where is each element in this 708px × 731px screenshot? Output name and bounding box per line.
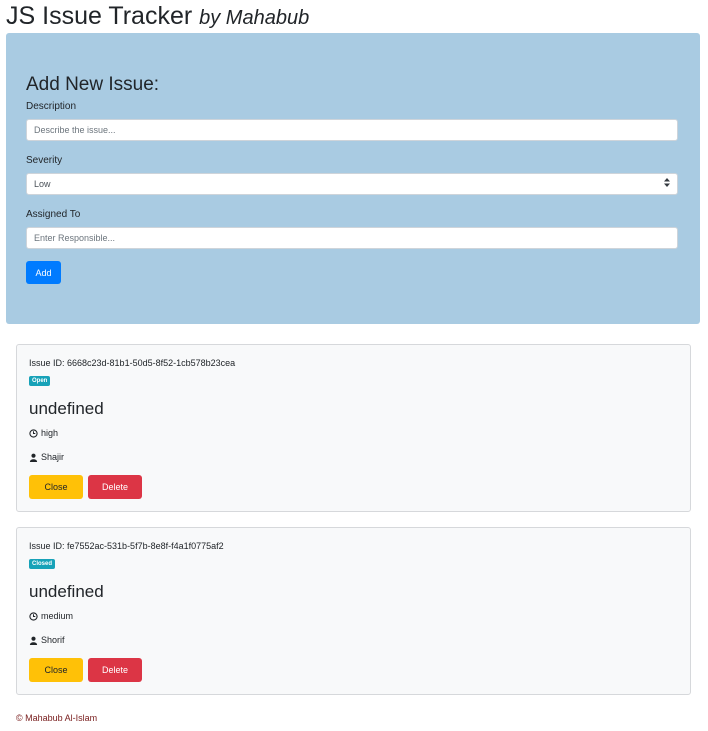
assigned-input[interactable] <box>26 227 678 249</box>
issue-id: Issue ID: 6668c23d-81b1-50d5-8f52-1cb578… <box>29 358 236 368</box>
severity-select[interactable]: Low <box>26 173 678 195</box>
issue-severity: medium <box>41 611 74 621</box>
severity-row: high <box>29 427 58 439</box>
issue-card: Issue ID: fe7552ac-531b-5f7b-8e8f-f4a1f0… <box>16 527 691 695</box>
issue-card: Issue ID: 6668c23d-81b1-50d5-8f52-1cb578… <box>16 344 691 512</box>
user-icon <box>29 453 38 462</box>
issue-severity: high <box>41 428 59 438</box>
assigned-label: Assigned To <box>26 209 81 220</box>
issue-id: Issue ID: fe7552ac-531b-5f7b-8e8f-f4a1f0… <box>29 541 224 551</box>
close-button[interactable]: Close <box>29 475 83 499</box>
assignee-row: Shajir <box>29 451 64 463</box>
page-title: JS Issue Tracker by Mahabub <box>6 0 309 34</box>
delete-button[interactable]: Delete <box>88 475 142 499</box>
issue-title: undefined <box>29 399 104 418</box>
footer-copyright: © Mahabub Al-Islam <box>16 713 98 723</box>
issue-assignee: Shorif <box>41 635 65 645</box>
clock-icon <box>29 428 38 438</box>
delete-button[interactable]: Delete <box>88 658 142 682</box>
severity-label: Severity <box>26 155 63 166</box>
add-issue-form: Add New Issue: Description Severity Low … <box>6 33 700 324</box>
assignee-row: Shorif <box>29 634 65 646</box>
byline: by Mahabub <box>199 7 310 29</box>
add-button[interactable]: Add <box>26 261 61 284</box>
status-badge: Closed <box>29 559 56 569</box>
issue-assignee: Shajir <box>41 452 65 462</box>
form-heading: Add New Issue: <box>26 74 160 95</box>
severity-select-value: Low <box>34 179 51 189</box>
description-input[interactable] <box>26 119 678 141</box>
app-title: JS Issue Tracker <box>6 2 193 30</box>
issue-title: undefined <box>29 582 104 601</box>
status-badge: Open <box>29 376 51 386</box>
clock-icon <box>29 611 38 621</box>
close-button[interactable]: Close <box>29 658 83 682</box>
description-label: Description <box>26 101 77 112</box>
user-icon <box>29 636 38 645</box>
severity-row: medium <box>29 610 73 622</box>
chevron-updown-icon <box>664 178 670 190</box>
